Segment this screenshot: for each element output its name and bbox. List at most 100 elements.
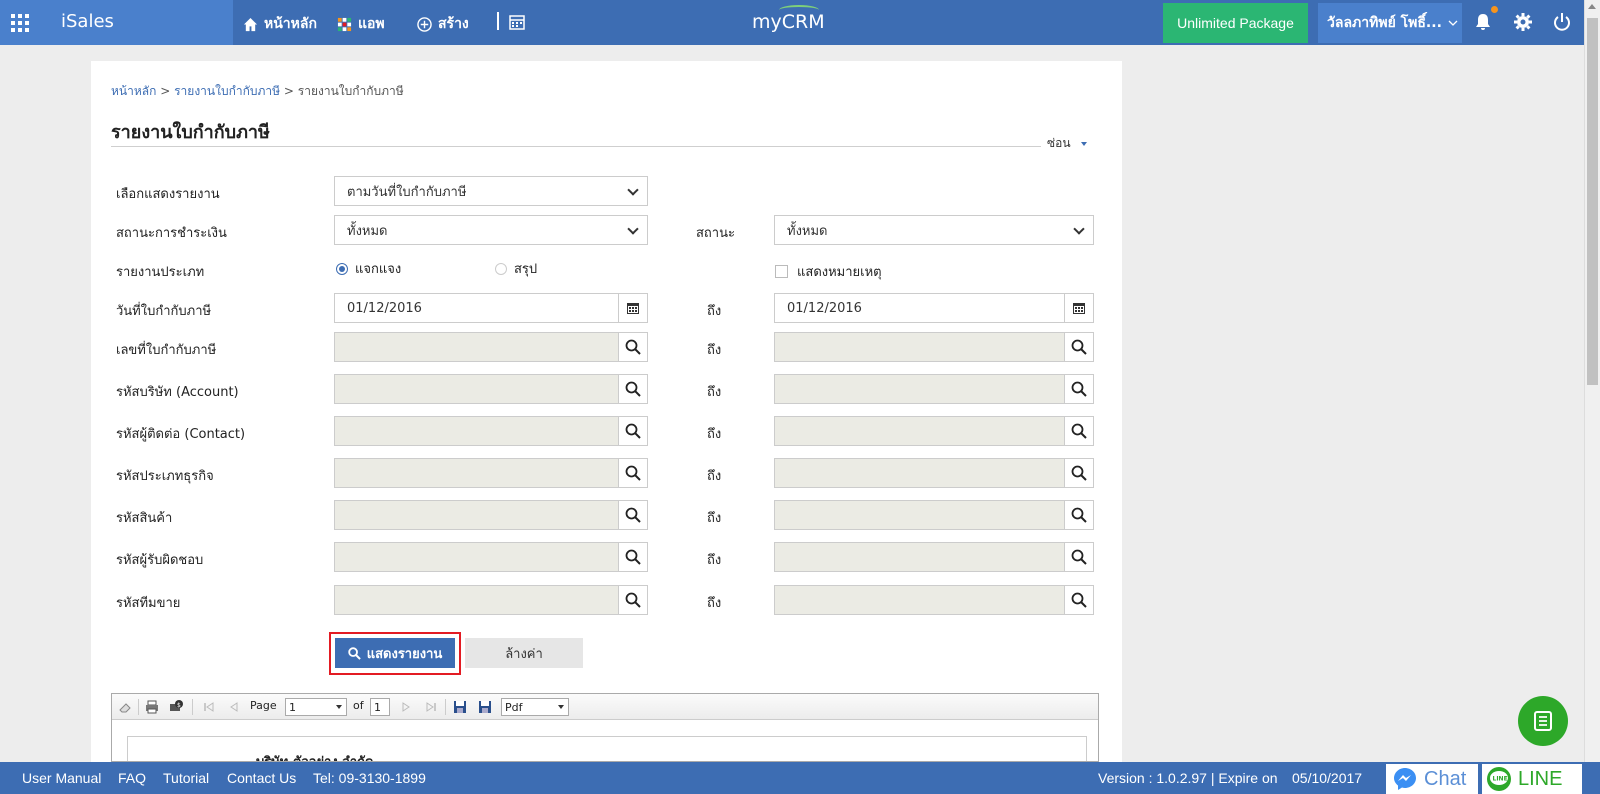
print-icon[interactable] (145, 700, 159, 714)
range-from-search-button[interactable] (618, 542, 648, 572)
clear-button[interactable]: ล้างค่า (465, 638, 583, 668)
range-to-search-button[interactable] (1064, 500, 1094, 530)
search-icon (1071, 549, 1087, 565)
nav-home[interactable]: หน้าหลัก (243, 13, 317, 35)
range-to-input[interactable] (774, 500, 1094, 530)
radio-detail[interactable]: แจกแจง (336, 258, 401, 279)
range-to-search-button[interactable] (1064, 458, 1094, 488)
user-menu[interactable]: วัลลภาทิพย์ โพธิ์... (1318, 3, 1462, 43)
nav-create[interactable]: สร้าง (417, 13, 469, 35)
page-number-value: 1 (289, 700, 296, 714)
range-from-search-button[interactable] (618, 458, 648, 488)
report-type-label: รายงานประเภท (116, 265, 205, 280)
chevron-down-icon (627, 184, 639, 196)
range-to-input[interactable] (774, 374, 1094, 404)
next-page-icon[interactable] (399, 700, 413, 714)
range-to-input[interactable] (774, 332, 1094, 362)
radio-summary[interactable]: สรุป (495, 258, 537, 279)
footer-user-manual[interactable]: User Manual (22, 770, 101, 786)
range-to-input[interactable] (774, 585, 1094, 615)
scroll-up-arrow-icon[interactable] (1588, 4, 1596, 9)
nav-apps[interactable]: แอพ (337, 13, 385, 35)
show-remark-checkbox[interactable]: แสดงหมายเหตุ (775, 261, 882, 282)
calendar-icon (627, 303, 639, 314)
range-from-input[interactable] (334, 458, 648, 488)
brand-name[interactable]: iSales (61, 11, 114, 32)
app-grid-icon[interactable] (11, 14, 29, 32)
export-format-select[interactable]: Pdf (501, 698, 569, 716)
page-scrollbar[interactable] (1584, 0, 1600, 762)
range-to-search-button[interactable] (1064, 416, 1094, 446)
page-number-select[interactable]: 1 (285, 698, 347, 716)
range-from-search-button[interactable] (618, 332, 648, 362)
hide-toggle[interactable]: ซ่อน (1047, 134, 1087, 153)
to-label: ถึง (707, 304, 722, 319)
floating-document-button[interactable] (1518, 696, 1568, 746)
search-icon (1071, 465, 1087, 481)
date-from-calendar-button[interactable] (618, 293, 648, 323)
eraser-icon[interactable] (118, 700, 132, 714)
report-view-label: เลือกแสดงรายงาน (116, 187, 220, 202)
chevron-down-icon (627, 223, 639, 235)
breadcrumb-parent[interactable]: รายงานใบกำกับภาษี (174, 84, 280, 98)
messenger-chat-button[interactable]: Chat (1386, 764, 1478, 794)
radio-unselected-icon (495, 262, 507, 275)
first-page-icon[interactable] (202, 700, 216, 714)
scroll-thumb[interactable] (1587, 18, 1598, 385)
chat-label: Chat (1424, 767, 1467, 790)
breadcrumb-home[interactable]: หน้าหลัก (111, 84, 156, 98)
report-view-select[interactable]: ตามวันที่ใบกำกับภาษี (334, 176, 648, 206)
status-select[interactable]: ทั้งหมด (774, 215, 1094, 245)
range-from-search-button[interactable] (618, 374, 648, 404)
package-button[interactable]: Unlimited Package (1163, 3, 1308, 43)
line-chat-button[interactable]: LINE LINE (1482, 764, 1582, 794)
range-from-input[interactable] (334, 416, 648, 446)
range-from-search-button[interactable] (618, 585, 648, 615)
footer-faq[interactable]: FAQ (118, 770, 146, 786)
export-icon[interactable] (478, 700, 492, 714)
bell-icon[interactable] (1473, 12, 1493, 32)
range-to-search-button[interactable] (1064, 542, 1094, 572)
chevron-down-icon (1448, 20, 1458, 26)
save-icon[interactable] (453, 700, 467, 714)
footer-tutorial[interactable]: Tutorial (163, 770, 209, 786)
date-to-value: 01/12/2016 (787, 300, 862, 316)
range-from-input[interactable] (334, 374, 648, 404)
breadcrumb-sep: > (283, 84, 294, 98)
date-to-input[interactable]: 01/12/2016 (774, 293, 1094, 323)
range-from-search-button[interactable] (618, 416, 648, 446)
range-to-search-button[interactable] (1064, 332, 1094, 362)
date-from-input[interactable]: 01/12/2016 (334, 293, 648, 323)
date-to-calendar-button[interactable] (1064, 293, 1094, 323)
of-label: of (353, 699, 364, 712)
footer-contact-us[interactable]: Contact Us (227, 770, 296, 786)
calendar-icon[interactable] (509, 14, 525, 30)
range-from-input[interactable] (334, 542, 648, 572)
range-to-input[interactable] (774, 458, 1094, 488)
range-from-input[interactable] (334, 332, 648, 362)
prev-page-icon[interactable] (227, 700, 241, 714)
svg-text:$: $ (177, 702, 181, 709)
show-report-button[interactable]: แสดงรายงาน (335, 638, 455, 668)
search-icon (625, 507, 641, 523)
payment-status-select[interactable]: ทั้งหมด (334, 215, 648, 245)
range-from-input[interactable] (334, 585, 648, 615)
report-viewer: $ Page 1 of 1 Pdf บริษัท ตัวอย่า (111, 693, 1099, 762)
last-page-icon[interactable] (424, 700, 438, 714)
show-remark-label: แสดงหมายเหตุ (797, 265, 882, 280)
range-to-search-button[interactable] (1064, 585, 1094, 615)
viewer-toolbar: $ Page 1 of 1 Pdf (112, 694, 1098, 720)
search-icon (625, 549, 641, 565)
range-from-search-button[interactable] (618, 500, 648, 530)
gear-icon[interactable] (1513, 12, 1533, 32)
range-to-input[interactable] (774, 416, 1094, 446)
range-from-input[interactable] (334, 500, 648, 530)
to-label: ถึง (707, 596, 722, 611)
range-to-input[interactable] (774, 542, 1094, 572)
range-to-search-button[interactable] (1064, 374, 1094, 404)
print-settings-icon[interactable]: $ (169, 700, 183, 714)
caret-down-icon (558, 705, 564, 709)
breadcrumb-current: รายงานใบกำกับภาษี (297, 84, 404, 98)
search-icon (625, 592, 641, 608)
power-icon[interactable] (1552, 12, 1572, 32)
